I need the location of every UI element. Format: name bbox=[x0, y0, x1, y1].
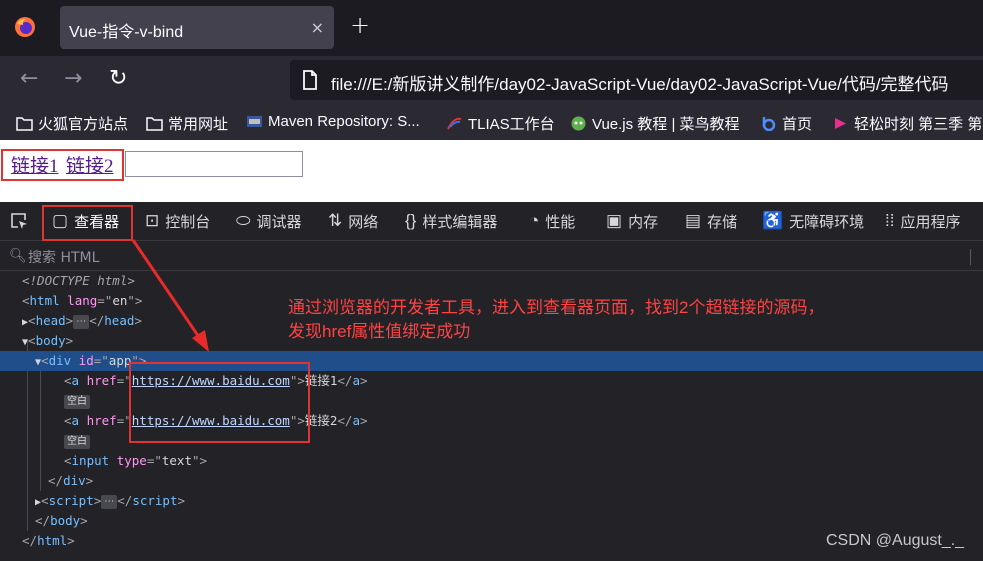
watermark: CSDN @August_._ bbox=[826, 532, 965, 549]
annotation-arrow-icon bbox=[131, 239, 209, 352]
